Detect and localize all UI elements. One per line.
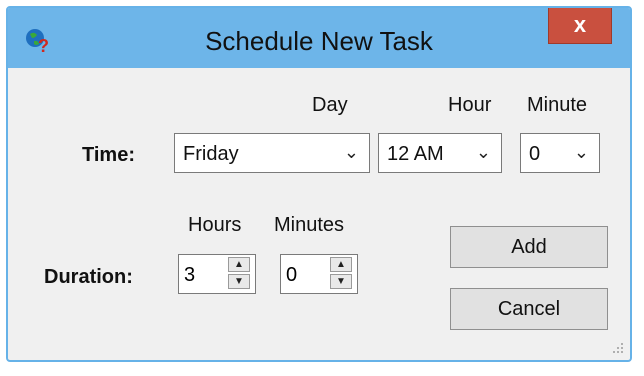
dialog-body: Day Hour Minute Time: Friday ⌄ 12 AM ⌄ 0… <box>22 70 616 350</box>
minutes-spin-buttons: ▲ ▼ <box>330 257 354 291</box>
minute-select-value: 0 <box>529 143 541 165</box>
chevron-down-icon: ⌄ <box>475 142 491 162</box>
title-bar[interactable]: ? Schedule New Task x <box>8 8 630 68</box>
arrow-down-icon[interactable]: ▼ <box>228 274 250 289</box>
cancel-button[interactable]: Cancel <box>450 288 608 330</box>
day-select[interactable]: Friday ⌄ <box>174 133 370 173</box>
hours-spin-buttons: ▲ ▼ <box>228 257 252 291</box>
hour-select-value: 12 AM <box>387 143 444 165</box>
hour-header: Hour <box>448 94 492 116</box>
minute-header: Minute <box>527 94 588 116</box>
schedule-task-dialog: ? Schedule New Task x Day Hour Minute Ti… <box>6 6 632 362</box>
hour-select[interactable]: 12 AM ⌄ <box>378 133 502 173</box>
window-title: Schedule New Task <box>205 26 433 56</box>
day-header: Day <box>312 94 348 116</box>
minutes-stepper[interactable]: 0 ▲ ▼ <box>280 254 358 294</box>
add-button[interactable]: Add <box>450 226 608 268</box>
minute-select[interactable]: 0 ⌄ <box>520 133 600 173</box>
hours-header: Hours <box>188 214 242 236</box>
chevron-down-icon: ⌄ <box>343 142 359 162</box>
minutes-header: Minutes <box>274 214 345 236</box>
arrow-up-icon[interactable]: ▲ <box>330 257 352 272</box>
minutes-value: 0 <box>286 264 298 286</box>
day-select-value: Friday <box>183 143 239 165</box>
hours-value: 3 <box>184 264 196 286</box>
resize-grip-icon[interactable] <box>612 342 624 354</box>
hours-stepper[interactable]: 3 ▲ ▼ <box>178 254 256 294</box>
close-button[interactable]: x <box>548 8 612 44</box>
duration-label: Duration: <box>44 266 133 288</box>
arrow-up-icon[interactable]: ▲ <box>228 257 250 272</box>
chevron-down-icon: ⌄ <box>573 142 589 162</box>
time-label: Time: <box>82 144 135 166</box>
arrow-down-icon[interactable]: ▼ <box>330 274 352 289</box>
